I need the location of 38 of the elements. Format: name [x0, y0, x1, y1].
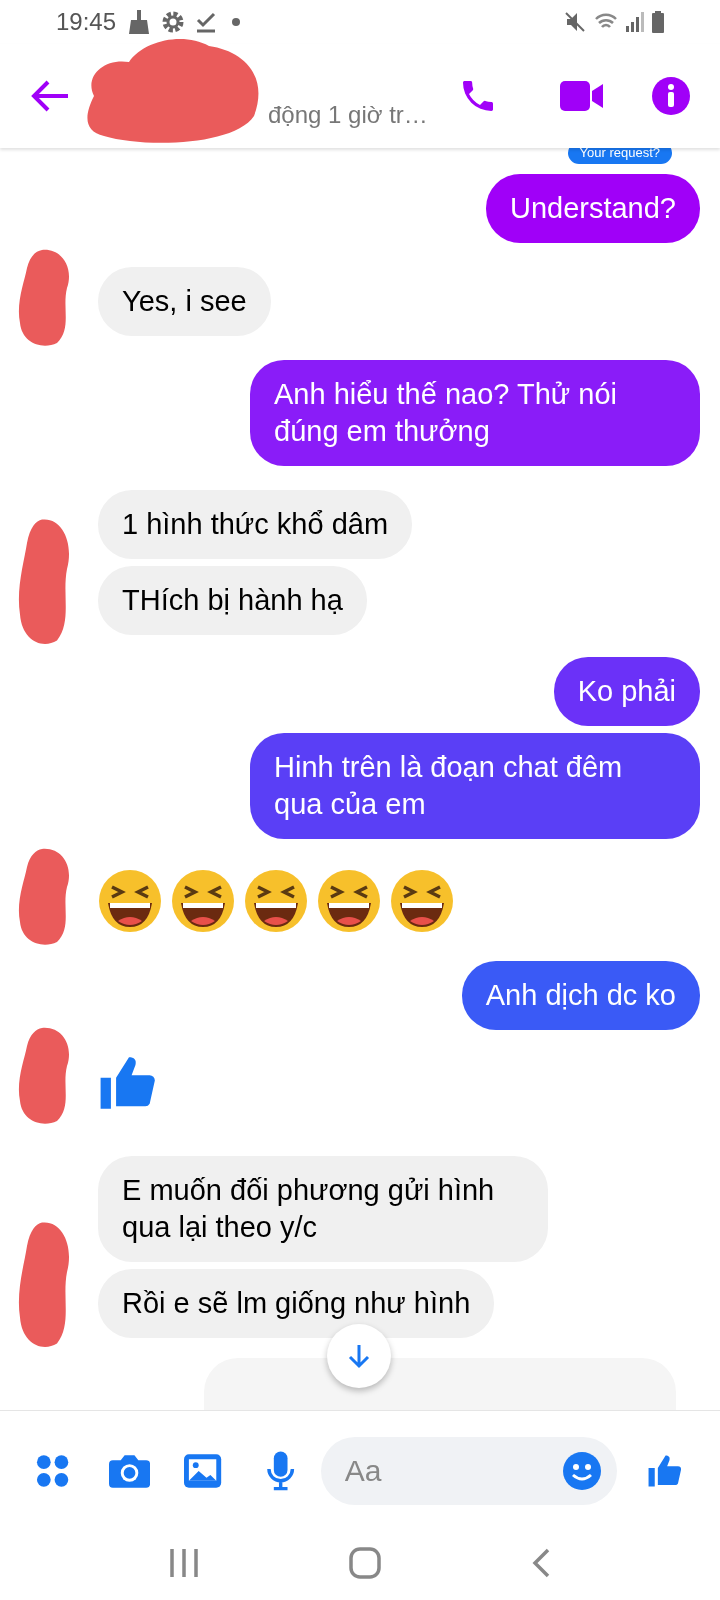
dot-icon [232, 18, 241, 26]
message-bubble: THích bị hành hạ [98, 566, 367, 635]
status-time: 19:45 [56, 7, 117, 37]
laughing-emoji-icon [244, 869, 308, 933]
menu-dots-icon[interactable] [36, 1453, 70, 1488]
message-bubble: Anh hiểu thế nao? Thử nói đúng em thưởng [250, 360, 700, 466]
settings-icon [162, 11, 185, 33]
check-icon [196, 11, 217, 33]
message-bubble: Ko phải [553, 657, 700, 726]
reply-preview-bubble: Your request? [567, 148, 672, 164]
battery-icon [652, 11, 664, 33]
camera-icon[interactable] [109, 1452, 151, 1489]
message-bubble: Anh dịch dc ko [461, 961, 700, 1030]
signal-icon [626, 12, 644, 32]
message-bubble: Rồi e sẽ lm giống như hình [98, 1269, 495, 1338]
message-bubble: Understand? [485, 174, 700, 243]
emoji-icon[interactable] [562, 1451, 601, 1490]
message-bubble: Hinh trên là đoạn chat đêm qua của em [250, 733, 700, 839]
laughing-emoji-icon [317, 869, 381, 933]
laughing-emoji-icon [98, 869, 162, 933]
image-icon[interactable] [184, 1453, 222, 1488]
active-status-text: động 1 giờ tr… [267, 100, 428, 130]
mute-icon [564, 11, 586, 33]
message-bubble: E muốn đối phương gửi hình qua lại theo y/c [98, 1156, 548, 1262]
laughing-emoji-icon [390, 869, 454, 933]
broom-icon [128, 10, 151, 34]
laughing-emoji-icon [171, 869, 235, 933]
recent-apps-icon[interactable] [169, 1549, 199, 1577]
microphone-icon[interactable] [265, 1450, 295, 1491]
down-arrow-icon [348, 1343, 370, 1369]
message-bubble: 1 hình thức khổ dâm [98, 490, 413, 559]
home-icon[interactable] [349, 1547, 381, 1579]
message-input[interactable]: Aa [320, 1436, 617, 1505]
message-bubble: Yes, i see [98, 267, 271, 336]
back-icon[interactable] [531, 1548, 551, 1578]
info-icon[interactable] [652, 77, 690, 115]
video-camera-icon[interactable] [560, 78, 604, 114]
back-arrow-icon[interactable] [30, 79, 70, 113]
